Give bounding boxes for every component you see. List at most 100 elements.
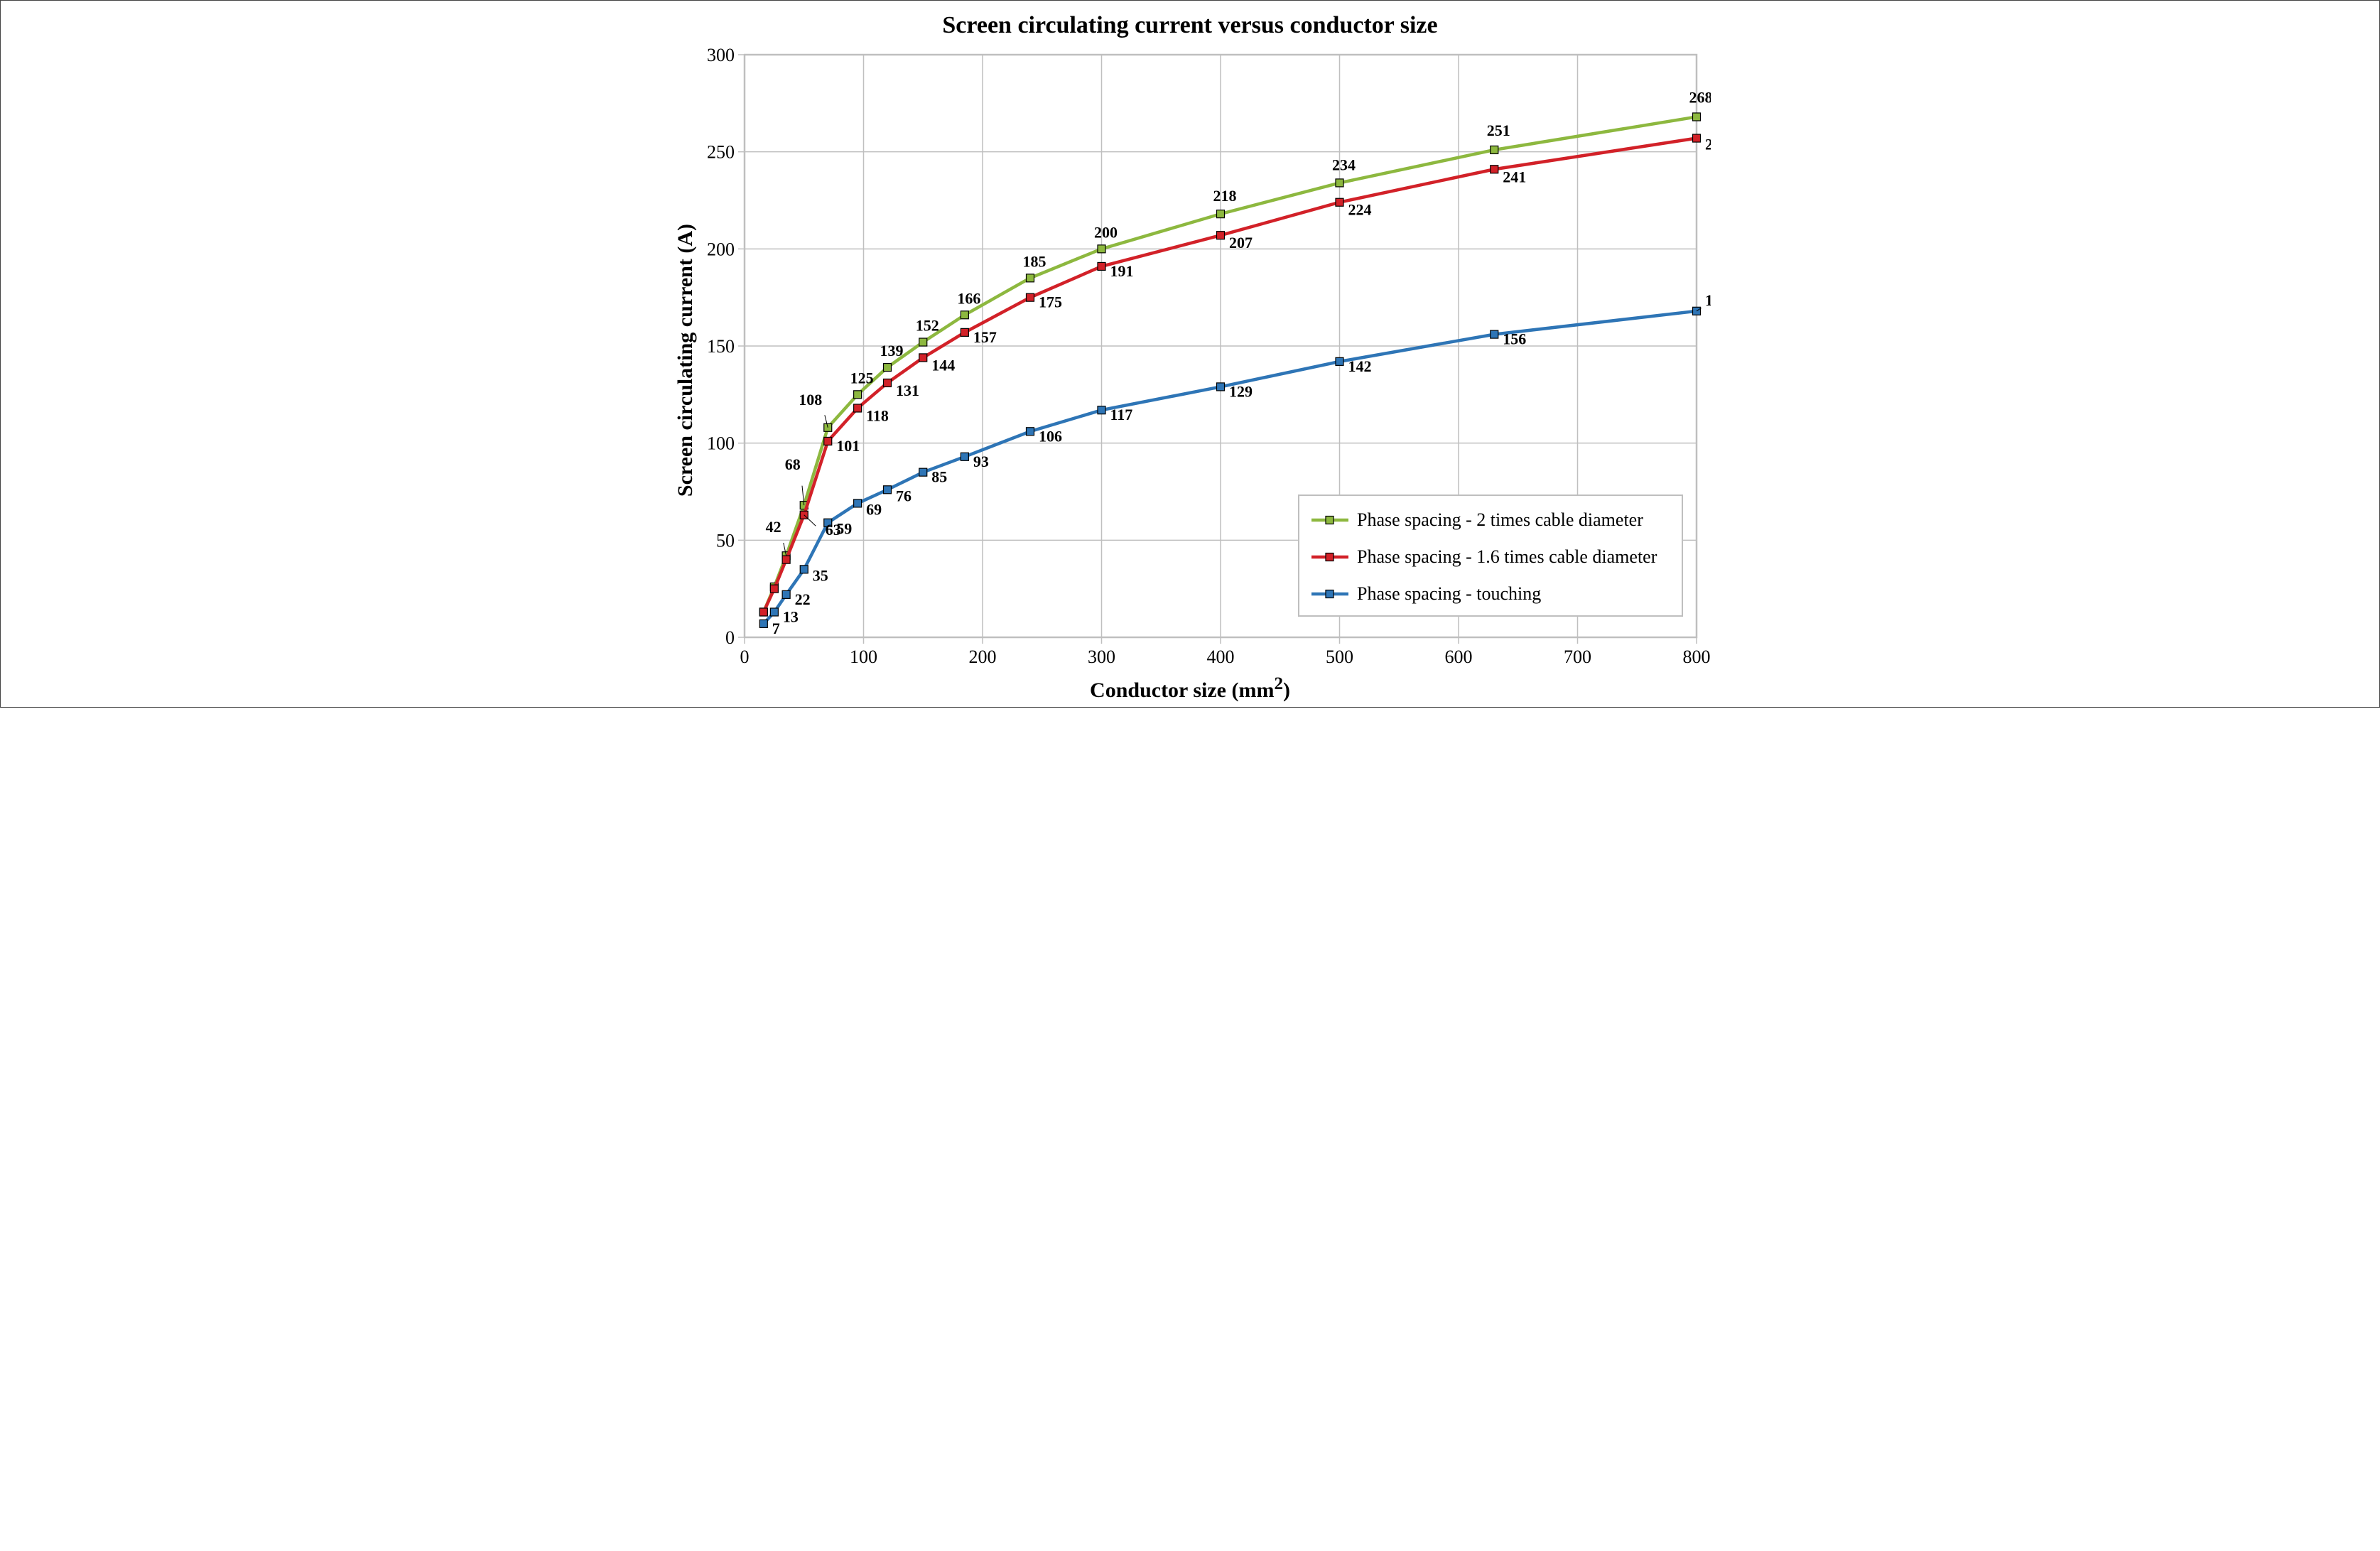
data-marker <box>884 486 892 494</box>
y-tick-label: 300 <box>707 48 735 65</box>
data-marker <box>854 499 862 507</box>
x-tick-label: 700 <box>1564 647 1591 667</box>
y-tick-label: 50 <box>716 530 735 551</box>
data-label: 125 <box>850 369 874 387</box>
data-label: 131 <box>896 382 919 399</box>
data-label: 207 <box>1229 234 1253 252</box>
data-marker <box>824 437 832 445</box>
data-marker <box>770 608 778 616</box>
data-label: 144 <box>931 356 955 374</box>
data-marker <box>1027 274 1034 282</box>
data-marker <box>1491 146 1498 153</box>
y-tick-label: 0 <box>725 627 735 648</box>
data-marker <box>919 468 927 476</box>
legend: Phase spacing - 2 times cable diameterPh… <box>1299 495 1682 616</box>
data-marker <box>1027 428 1034 436</box>
data-label: 139 <box>880 342 904 360</box>
data-label: 85 <box>931 468 947 486</box>
x-axis-label: Conductor size (mm2) <box>1090 674 1290 703</box>
data-marker <box>884 379 892 387</box>
data-marker <box>1098 262 1105 270</box>
chart-body: Screen circulating current (A) 0 100 200 30… <box>669 48 1711 673</box>
data-label: 13 <box>783 607 799 625</box>
data-marker <box>800 566 808 573</box>
y-tick-label: 100 <box>707 433 735 454</box>
data-marker <box>782 590 790 598</box>
data-marker <box>1217 383 1225 391</box>
data-label: 142 <box>1348 357 1372 375</box>
data-label: 106 <box>1039 427 1062 445</box>
data-label: 42 <box>766 518 781 536</box>
x-axis-label-text: Conductor size (mm2) <box>1090 679 1290 702</box>
data-marker <box>1693 113 1701 121</box>
x-tick-label: 0 <box>740 647 750 667</box>
data-label: 108 <box>799 391 822 409</box>
data-marker <box>1217 210 1225 218</box>
data-marker <box>1336 198 1343 206</box>
data-label: 185 <box>1023 252 1046 270</box>
data-label: 152 <box>916 317 939 335</box>
x-tick-label: 100 <box>850 647 877 667</box>
x-tick-label: 200 <box>969 647 997 667</box>
x-tick-label: 800 <box>1683 647 1711 667</box>
y-tick-label: 150 <box>707 336 735 357</box>
data-label: 59 <box>836 520 852 538</box>
data-label: 93 <box>973 453 989 470</box>
data-marker <box>759 608 767 616</box>
leader-line <box>804 515 816 526</box>
data-marker <box>770 585 778 593</box>
data-label: 168 <box>1705 291 1711 309</box>
data-label: 157 <box>973 328 997 346</box>
data-label: 101 <box>836 437 860 455</box>
data-label: 218 <box>1213 187 1237 205</box>
legend-entry: Phase spacing - 1.6 times cable diameter <box>1357 546 1657 567</box>
legend-entry: Phase spacing - touching <box>1357 583 1541 604</box>
data-label: 166 <box>957 289 980 307</box>
x-tick-label: 300 <box>1088 647 1115 667</box>
x-tick-label: 400 <box>1207 647 1235 667</box>
data-marker <box>1491 166 1498 173</box>
data-marker <box>854 391 862 399</box>
data-label: 68 <box>785 455 801 473</box>
data-label: 35 <box>813 566 828 584</box>
data-label: 234 <box>1332 156 1356 173</box>
data-label: 200 <box>1094 223 1118 241</box>
data-marker <box>1491 330 1498 338</box>
data-marker <box>961 328 968 336</box>
data-marker <box>1217 232 1225 239</box>
data-label: 7 <box>772 620 780 637</box>
data-label: 76 <box>896 487 912 504</box>
chart-title: Screen circulating current versus conduc… <box>942 12 1437 39</box>
y-axis-label: Screen circulating current (A) <box>669 224 702 497</box>
data-label: 241 <box>1503 168 1526 185</box>
data-label: 268 <box>1689 88 1711 106</box>
chart-plot-area: 0 100 200 300 400 500 600 700 800 0 50 100 150 200 250… <box>702 48 1711 673</box>
data-label: 156 <box>1503 330 1526 348</box>
data-marker <box>1336 179 1343 187</box>
data-marker <box>782 556 790 563</box>
y-tick-label: 200 <box>707 239 735 259</box>
data-marker <box>919 354 927 362</box>
data-marker <box>854 404 862 412</box>
data-label: 175 <box>1039 293 1062 311</box>
data-marker <box>759 620 767 627</box>
data-label: 224 <box>1348 201 1372 219</box>
data-label: 257 <box>1705 136 1711 153</box>
data-marker <box>1098 406 1105 414</box>
data-marker <box>1693 134 1701 142</box>
data-label: 69 <box>866 500 882 518</box>
data-marker <box>1336 357 1343 365</box>
data-marker <box>961 311 968 319</box>
data-label: 117 <box>1110 406 1133 423</box>
x-tick-label: 500 <box>1326 647 1353 667</box>
data-label: 251 <box>1487 121 1510 139</box>
data-marker <box>961 453 968 460</box>
data-marker <box>1098 245 1105 253</box>
data-label: 129 <box>1229 382 1253 400</box>
data-marker <box>1027 293 1034 301</box>
data-marker <box>884 364 892 372</box>
x-tick-label: 600 <box>1445 647 1473 667</box>
data-marker <box>919 338 927 346</box>
chart-container: Screen circulating current versus conduc… <box>0 0 2380 708</box>
y-tick-label: 250 <box>707 142 735 163</box>
